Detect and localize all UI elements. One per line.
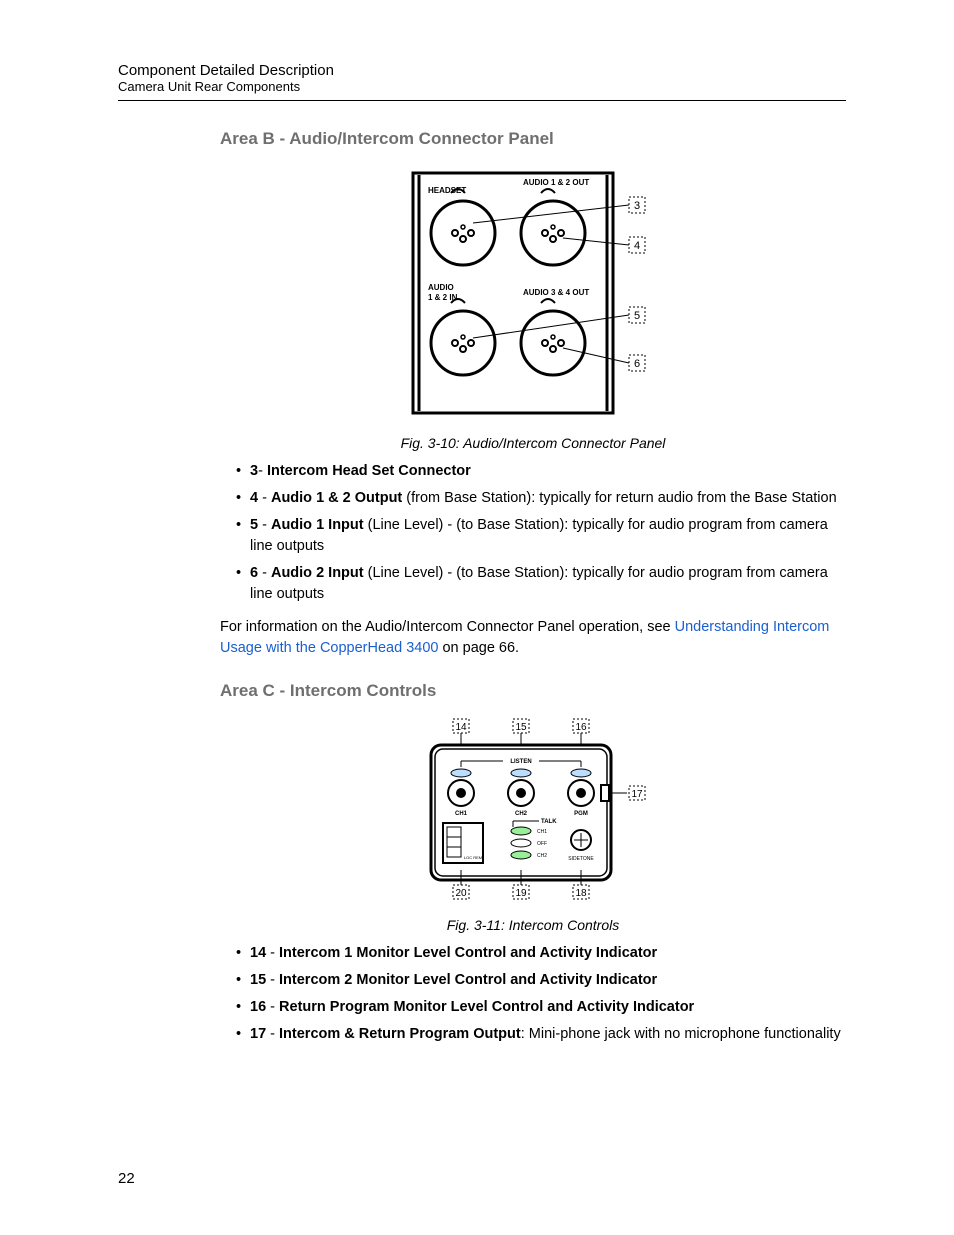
- svg-text:17: 17: [631, 789, 643, 800]
- svg-text:5: 5: [634, 310, 640, 322]
- svg-text:4: 4: [634, 240, 640, 252]
- svg-text:CH2: CH2: [537, 853, 547, 859]
- heading-area-c: Area C - Intercom Controls: [220, 681, 846, 701]
- bullet-item: 4 - Audio 1 & 2 Output (from Base Statio…: [236, 488, 846, 509]
- label-headset: HEADSET: [428, 186, 466, 195]
- svg-text:20: 20: [455, 888, 467, 899]
- svg-text:TALK: TALK: [541, 819, 557, 825]
- bullet-item: 14 - Intercom 1 Monitor Level Control an…: [236, 943, 846, 964]
- svg-text:19: 19: [515, 888, 527, 899]
- svg-text:CH1: CH1: [537, 829, 547, 835]
- bullet-item: 16 - Return Program Monitor Level Contro…: [236, 997, 846, 1018]
- connector-panel-diagram: HEADSET AUDIO 1 & 2 OUT AUDIO 1 & 2 IN A…: [403, 163, 663, 423]
- heading-area-b: Area B - Audio/Intercom Connector Panel: [220, 129, 846, 149]
- svg-text:18: 18: [575, 888, 587, 899]
- svg-text:CH2: CH2: [515, 811, 528, 817]
- bullet-item: 15 - Intercom 2 Monitor Level Control an…: [236, 970, 846, 991]
- bullet-item: 6 - Audio 2 Input (Line Level) - (to Bas…: [236, 563, 846, 605]
- svg-text:CH1: CH1: [455, 811, 468, 817]
- svg-text:15: 15: [515, 722, 527, 733]
- svg-text:14: 14: [455, 722, 467, 733]
- svg-text:OFF: OFF: [537, 841, 547, 847]
- figure-3-10: HEADSET AUDIO 1 & 2 OUT AUDIO 1 & 2 IN A…: [220, 163, 846, 451]
- area-c-bullet-list: 14 - Intercom 1 Monitor Level Control an…: [220, 943, 846, 1045]
- header-subtitle: Camera Unit Rear Components: [118, 79, 846, 94]
- svg-text:SIDETONE: SIDETONE: [568, 856, 594, 862]
- area-b-bullet-list: 3- Intercom Head Set Connector 4 - Audio…: [220, 461, 846, 605]
- page-number: 22: [118, 1170, 135, 1187]
- figure-3-11-caption: Fig. 3-11: Intercom Controls: [220, 917, 846, 933]
- bullet-item: 17 - Intercom & Return Program Output: M…: [236, 1024, 846, 1045]
- label-audio12in-2: 1 & 2 IN: [428, 293, 458, 302]
- bullet-item: 5 - Audio 1 Input (Line Level) - (to Bas…: [236, 515, 846, 557]
- svg-text:LISTEN: LISTEN: [510, 759, 531, 765]
- svg-text:PGM: PGM: [574, 811, 588, 817]
- svg-text:LOC REM: LOC REM: [464, 855, 482, 860]
- label-audio12out: AUDIO 1 & 2 OUT: [523, 178, 589, 187]
- header-rule: [118, 100, 846, 101]
- svg-text:3: 3: [634, 200, 640, 212]
- intercom-controls-diagram: LISTEN CH1 CH2 PGM: [413, 715, 653, 905]
- body-content: Area B - Audio/Intercom Connector Panel: [118, 129, 846, 1045]
- figure-3-11: LISTEN CH1 CH2 PGM: [220, 715, 846, 933]
- label-audio12in-1: AUDIO: [428, 283, 454, 292]
- area-b-paragraph: For information on the Audio/Intercom Co…: [220, 617, 846, 659]
- svg-text:16: 16: [575, 722, 587, 733]
- header-title: Component Detailed Description: [118, 62, 846, 79]
- svg-text:6: 6: [634, 358, 640, 370]
- page: Component Detailed Description Camera Un…: [0, 0, 954, 1235]
- figure-3-10-caption: Fig. 3-10: Audio/Intercom Connector Pane…: [220, 435, 846, 451]
- label-audio34out: AUDIO 3 & 4 OUT: [523, 288, 589, 297]
- bullet-item: 3- Intercom Head Set Connector: [236, 461, 846, 482]
- running-header: Component Detailed Description Camera Un…: [118, 62, 846, 94]
